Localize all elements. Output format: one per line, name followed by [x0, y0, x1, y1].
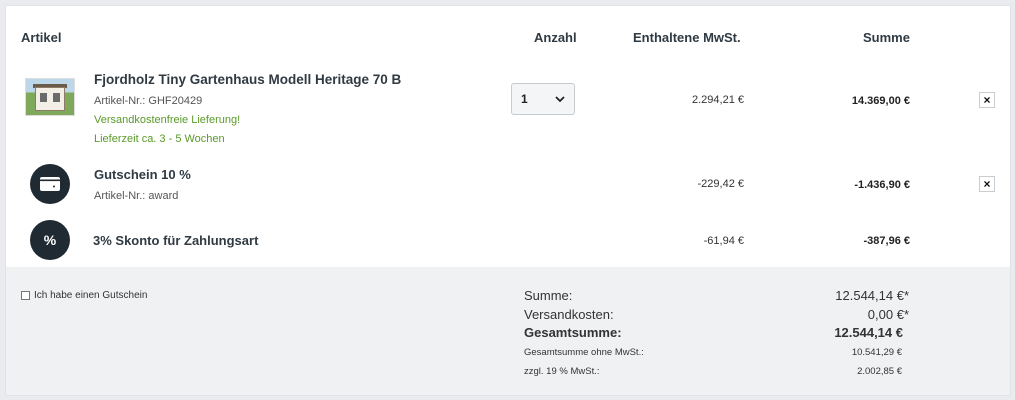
discount-name: 3% Skonto für Zahlungsart [93, 233, 259, 248]
voucher-name: Gutschein 10 % [94, 167, 191, 182]
percent-icon: % [30, 220, 70, 260]
discount-vat: -61,94 € [703, 235, 744, 247]
vat-total-value: 2.002,85 € [857, 366, 902, 377]
shipping-label: Versandkosten: [524, 307, 614, 322]
quantity-select[interactable]: 1 [511, 83, 575, 115]
chevron-down-icon [555, 95, 565, 102]
header-sum: Summe [863, 30, 910, 45]
vat-total-label: zzgl. 19 % MwSt.: [524, 366, 600, 377]
close-icon: × [983, 93, 991, 107]
voucher-vat: -229,42 € [697, 178, 744, 190]
voucher-sku: Artikel-Nr.: award [94, 190, 179, 202]
product-thumbnail[interactable] [25, 78, 75, 116]
grand-total-label: Gesamtsumme: [524, 325, 622, 340]
net-total-label: Gesamtsumme ohne MwSt.: [524, 347, 644, 358]
voucher-total: -1.436,90 € [854, 179, 910, 191]
product-sku: Artikel-Nr.: GHF20429 [94, 95, 203, 107]
cart-panel: Artikel Anzahl Enthaltene MwSt. Summe Fj… [5, 5, 1011, 396]
header-quantity: Anzahl [534, 30, 577, 45]
delivery-note: Lieferzeit ca. 3 - 5 Wochen [94, 133, 225, 145]
header-article: Artikel [21, 30, 62, 45]
subtotal-value: 12.544,14 €* [835, 288, 909, 303]
net-total-value: 10.541,29 € [851, 347, 902, 358]
cart-summary: Ich habe einen Gutschein Summe: 12.544,1… [6, 267, 1010, 395]
shipping-note: Versandkostenfreie Lieferung! [94, 114, 241, 126]
voucher-card-icon [30, 164, 70, 204]
remove-voucher-button[interactable]: × [979, 176, 995, 192]
discount-total: -387,96 € [863, 235, 910, 247]
header-vat: Enthaltene MwSt. [633, 30, 741, 45]
grand-total-value: 12.544,14 € [834, 325, 903, 340]
voucher-checkbox[interactable] [21, 291, 30, 300]
voucher-checkbox-row[interactable]: Ich habe einen Gutschein [21, 290, 147, 301]
close-icon: × [983, 177, 991, 191]
subtotal-label: Summe: [524, 288, 573, 303]
remove-item-button[interactable]: × [979, 92, 995, 108]
product-name[interactable]: Fjordholz Tiny Gartenhaus Modell Heritag… [94, 72, 401, 87]
voucher-checkbox-label: Ich habe einen Gutschein [34, 290, 148, 301]
quantity-value: 1 [521, 92, 528, 106]
shipping-value: 0,00 €* [867, 307, 909, 322]
item-vat: 2.294,21 € [692, 94, 744, 106]
item-total: 14.369,00 € [851, 95, 910, 107]
